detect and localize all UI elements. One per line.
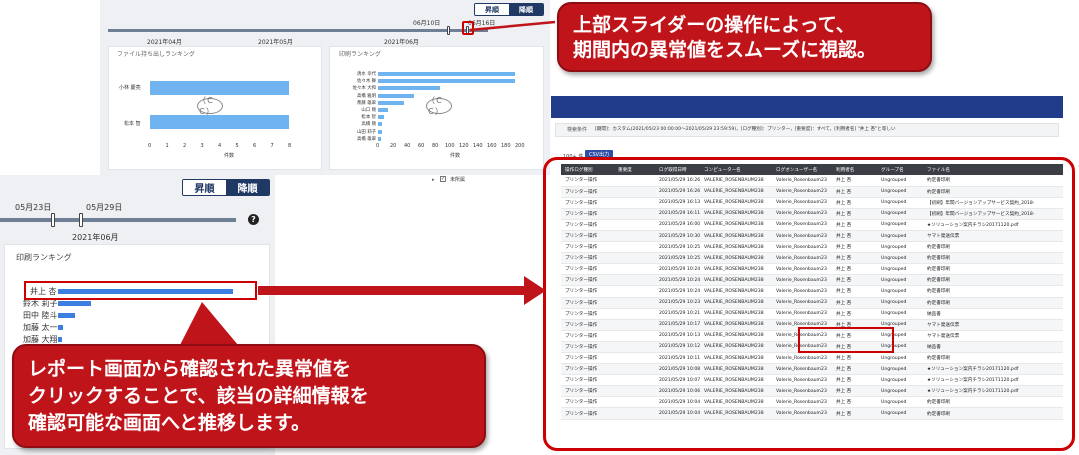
chart2-name: 高橋 雅明 [357,93,376,99]
chart2-bar[interactable] [378,101,404,105]
left-date-slider-track[interactable] [0,218,236,222]
chart2-bar[interactable] [378,72,515,76]
chart1-tick: 5 [235,143,239,149]
left-highlight-box [24,281,257,300]
chart1-tick: 1 [165,143,169,149]
month-label-0: 2021年04月 [147,39,182,46]
month-label-1: 2021年05月 [258,39,293,46]
chart2-tick: 40 [404,143,411,149]
chart1-tick: 4 [218,143,222,149]
top-callout: 上部スライダーの操作によって、 期間内の異常値をスムーズに視認。 [557,2,932,72]
chart2-tick: 60 [418,143,425,149]
chart2-name: 佐々木 舞 [357,79,376,85]
sort-desc-button[interactable]: 降順 [509,4,543,15]
left-rank-name[interactable]: 田中 陸斗 [23,310,58,321]
bottom-callout-line: クリックすることで、該当の詳細情報を [28,385,369,407]
left-slider-handle-end[interactable] [79,213,83,227]
sort-asc-button[interactable]: 昇順 [475,4,509,15]
tree-item-label[interactable]: 未所属 [450,176,465,183]
chart2-name: 斎藤 雄翠 [357,100,376,106]
chart1-bar-0[interactable] [150,81,289,95]
top-slider-handle-left[interactable] [447,26,450,35]
chart2-tick: 120 [459,143,469,149]
chart2-name: 山田 莉子 [357,129,376,135]
search-condition-text: [期間]：カスタム(2021/05/23 00:00:00〜2021/05/29… [595,127,896,132]
chart2-bar[interactable] [378,86,440,90]
left-rank-bar[interactable] [58,301,91,306]
chart1-tick: 8 [288,143,292,149]
top-handle-highlight [462,21,474,35]
chart1-tick: 3 [200,143,204,149]
chart2-tick: 180 [501,143,511,149]
chart2-bar[interactable] [378,115,384,119]
chart2-watermark: （ＣＣ） [426,96,452,116]
month-label-2: 2021年06月 [384,39,419,46]
left-slider-date-end: 05月29日 [86,203,123,212]
left-rank-bar[interactable] [58,337,62,342]
app-header-bar [551,96,1063,118]
expand-caret-icon[interactable]: ▸ [432,177,435,183]
chart2-name: 佐々木 大和 [352,86,376,92]
chart2-bar[interactable] [378,122,382,126]
left-slider-handle-start[interactable] [51,213,55,227]
chart2-tick: 0 [376,143,380,149]
file-export-ranking-title: ファイル持ち出しランキング [117,51,195,58]
sort-desc-button[interactable]: 降順 [226,180,269,195]
left-print-ranking-title: 印刷ランキング [16,253,72,262]
chart2-tick: 200 [515,143,525,149]
chart2-name: 高橋 雄翠 [357,136,376,142]
left-slider-month: 2021年06月 [72,233,119,242]
search-condition-label: 検索条件 [567,127,588,133]
chart1-watermark: （ＣＣ） [197,96,223,116]
chart2-tick: 160 [487,143,497,149]
chart1-name-1: 松本 智 [124,121,141,127]
chart2-bar[interactable] [378,108,388,112]
chart1-tick: 6 [253,143,257,149]
top-date-slider-track[interactable] [108,29,488,32]
chart2-name: 高橋 剛 [361,122,376,128]
slider-handle-left-date: 06月10日 [413,20,441,27]
chart1-tick: 0 [148,143,152,149]
chart2-tick: 100 [445,143,455,149]
help-icon[interactable]: ? [248,214,259,225]
chart2-tick: 80 [432,143,439,149]
chart2-x-ticks: 0 20 40 60 80 100 120 140 160 180 200 [376,143,536,151]
left-slider-date-start: 05月23日 [15,203,52,212]
chart2-tick: 140 [473,143,483,149]
right-table-highlight-box [543,157,1075,451]
tree-checkbox[interactable]: ✓ [440,176,446,182]
chart1-bar-1[interactable] [150,115,289,129]
chart1-x-ticks: 0 1 2 3 4 5 6 7 8 [148,143,298,151]
chart1-name-0: 小林 慶亮 [119,85,141,91]
right-cell-highlight-box [798,327,894,353]
chart2-name: 清水 幸代 [357,72,376,77]
chart2-bar[interactable] [378,137,381,141]
chart2-tick: 20 [390,143,397,149]
chart2-name: 山口 剛 [361,107,376,113]
left-rank-bar[interactable] [58,325,63,330]
bottom-callout-line: 確認可能な画面へと推移します。 [28,412,311,434]
bottom-callout: レポート画面から確認された異常値を クリックすることで、該当の詳細情報を 確認可… [12,344,486,448]
chart2-bar[interactable] [378,94,414,98]
chart2-names: 清水 幸代 佐々木 舞 佐々木 大和 高橋 雅明 斎藤 雄翠 山口 剛 松本 智… [332,71,376,143]
top-sort-toggle: 昇順 降順 [474,3,544,16]
chart1-tick: 2 [183,143,187,149]
chart1-tick: 7 [270,143,274,149]
left-sort-toggle: 昇順 降順 [182,179,270,196]
chart1-xlabel: 件数 [224,153,235,159]
chart2-bar[interactable] [378,130,382,134]
print-ranking-title: 印刷ランキング [339,51,381,58]
bottom-callout-line: レポート画面から確認された異常値を [28,358,352,380]
left-rank-bar[interactable] [58,313,75,318]
sort-asc-button[interactable]: 昇順 [183,180,226,195]
left-rank-name[interactable]: 加藤 太一 [23,322,58,333]
chart2-name: 松本 智 [361,115,376,121]
top-callout-line: 期間内の異常値をスムーズに視認。 [573,39,877,61]
chart2-xlabel: 件数 [450,153,461,159]
top-callout-line: 上部スライダーの操作によって、 [573,14,855,36]
arrow-shaft [258,286,526,295]
chart2-bar[interactable] [378,79,515,83]
